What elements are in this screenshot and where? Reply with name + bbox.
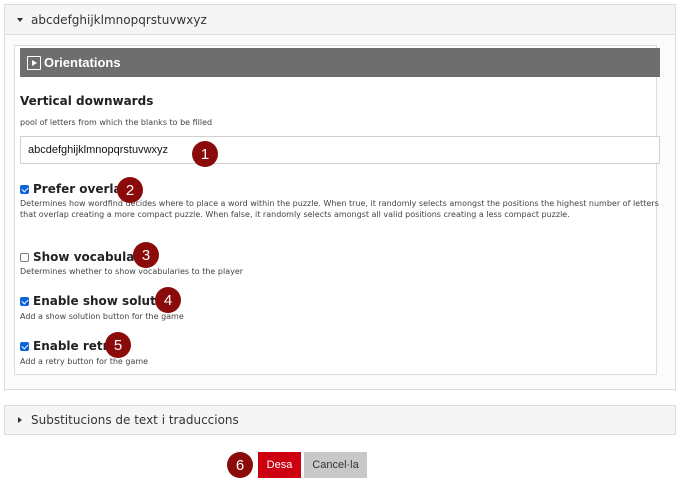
enable-retry-label[interactable]: Enable retry <box>33 339 116 353</box>
caret-down-icon <box>17 17 23 22</box>
vertical-downwards-description: pool of letters from which the blanks to… <box>20 118 213 127</box>
caret-right-icon <box>18 417 22 423</box>
orientations-group-title: Orientations <box>44 55 121 70</box>
enable-show-solution-description: Add a show solution button for the game <box>20 312 184 321</box>
callout-badge-2: 2 <box>117 177 143 203</box>
settings-panel-header[interactable]: abcdefghijklmnopqrstuvwxyz <box>5 5 675 35</box>
callout-badge-6: 6 <box>227 452 253 478</box>
prefer-overlap-description: Determines how wordfind decides where to… <box>20 199 659 219</box>
cancel-button[interactable]: Cancel·la <box>304 452 367 478</box>
vertical-downwards-label: Vertical downwards <box>20 94 154 108</box>
settings-panel-title: abcdefghijklmnopqrstuvwxyz <box>31 12 207 27</box>
text-substitutions-panel-header[interactable]: Substitucions de text i traduccions <box>4 405 676 435</box>
vertical-downwards-input[interactable] <box>20 136 660 164</box>
show-vocabulary-checkbox[interactable] <box>20 252 29 262</box>
show-vocabulary-label[interactable]: Show vocabulary <box>33 250 148 264</box>
prefer-overlap-row[interactable]: Prefer overlap <box>20 182 130 196</box>
enable-show-solution-checkbox[interactable] <box>20 296 29 306</box>
prefer-overlap-label[interactable]: Prefer overlap <box>33 182 130 196</box>
show-vocabulary-description: Determines whether to show vocabularies … <box>20 267 244 276</box>
orientations-group-header[interactable]: Orientations <box>20 48 660 77</box>
enable-show-solution-row[interactable]: Enable show solution <box>20 294 177 308</box>
callout-badge-4: 4 <box>155 287 181 313</box>
prefer-overlap-checkbox[interactable] <box>20 184 29 194</box>
enable-retry-checkbox[interactable] <box>20 341 29 351</box>
callout-badge-1: 1 <box>192 141 218 167</box>
enable-retry-row[interactable]: Enable retry <box>20 339 116 353</box>
text-substitutions-panel-title: Substitucions de text i traduccions <box>31 413 239 427</box>
expand-play-icon <box>27 55 41 70</box>
enable-retry-description: Add a retry button for the game <box>20 357 149 366</box>
callout-badge-3: 3 <box>133 242 159 268</box>
callout-badge-5: 5 <box>105 332 131 358</box>
show-vocabulary-row[interactable]: Show vocabulary <box>20 250 148 264</box>
save-button[interactable]: Desa <box>258 452 301 478</box>
